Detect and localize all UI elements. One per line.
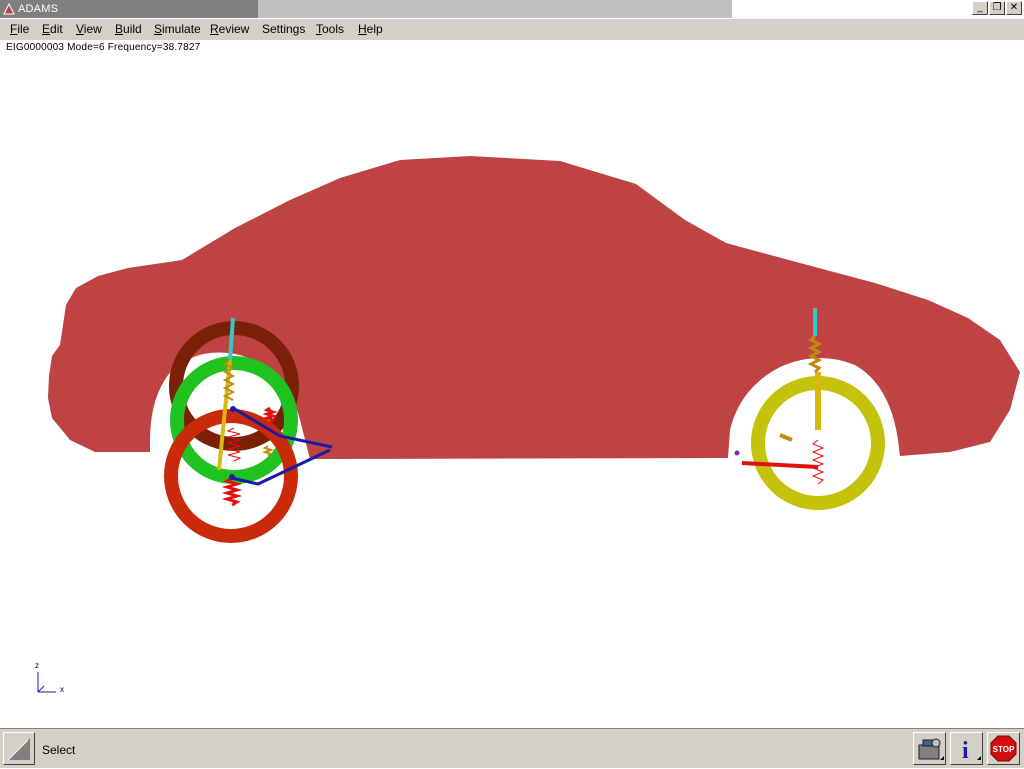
menu-help[interactable]: Help xyxy=(358,22,383,36)
info-icon: i xyxy=(962,738,981,764)
menu-view[interactable]: View xyxy=(76,22,102,36)
menu-review[interactable]: Review xyxy=(210,22,249,36)
front-mid-spring-small xyxy=(261,445,275,457)
axis-triad: z x xyxy=(35,661,64,694)
rear-joint-dot xyxy=(734,450,740,456)
restore-icon: ❐ xyxy=(992,2,1002,13)
title-bar: ADAMS _ ❐ ✕ xyxy=(0,0,1024,18)
adams-app-icon xyxy=(3,3,15,15)
front-upper-spring-small xyxy=(262,406,278,424)
rear-damper-spring xyxy=(811,439,825,485)
menu-build[interactable]: Build xyxy=(115,22,142,36)
info-button[interactable]: i xyxy=(950,732,983,765)
title-caption: ADAMS xyxy=(0,0,258,18)
menu-file[interactable]: File xyxy=(10,22,29,36)
triad-y-axis xyxy=(37,685,45,693)
minimize-button[interactable]: _ xyxy=(972,1,988,15)
status-text: Select xyxy=(42,743,76,757)
front-lower-spring xyxy=(221,476,243,507)
toolbox-icon xyxy=(918,738,944,760)
close-button[interactable]: ✕ xyxy=(1006,1,1022,15)
restore-button[interactable]: ❐ xyxy=(989,1,1005,15)
stop-icon: STOP xyxy=(990,735,1017,762)
toolbox-button[interactable] xyxy=(913,732,946,765)
status-bar: Select i STOP xyxy=(0,728,1024,768)
minimize-icon: _ xyxy=(977,2,983,13)
menu-settings[interactable]: Settings xyxy=(262,22,305,36)
menu-simulate[interactable]: Simulate xyxy=(154,22,201,36)
rear-small-link xyxy=(779,433,793,442)
menu-edit[interactable]: Edit xyxy=(42,22,63,36)
svg-text:i: i xyxy=(962,738,969,764)
svg-text:STOP: STOP xyxy=(993,745,1015,754)
rear-trailing-link xyxy=(741,461,819,469)
triad-z-label: z xyxy=(35,661,39,670)
menu-tools[interactable]: Tools xyxy=(316,22,344,36)
window-title: ADAMS xyxy=(18,3,59,15)
select-tool-button[interactable] xyxy=(3,732,35,765)
close-icon: ✕ xyxy=(1009,2,1019,13)
stop-button[interactable]: STOP xyxy=(987,732,1020,765)
menu-bar: File Edit View Build Simulate Review Set… xyxy=(0,19,1024,40)
animation-info: EIG0000003 Mode=6 Frequency=38.7827 xyxy=(6,42,201,53)
select-arrow-icon xyxy=(7,738,30,761)
title-bar-fill xyxy=(258,0,732,18)
triad-x-label: x xyxy=(60,685,64,694)
front-lower-joint-dot xyxy=(229,474,235,480)
front-joint-dot xyxy=(230,406,236,412)
model-viewport[interactable]: z x xyxy=(0,55,1024,727)
